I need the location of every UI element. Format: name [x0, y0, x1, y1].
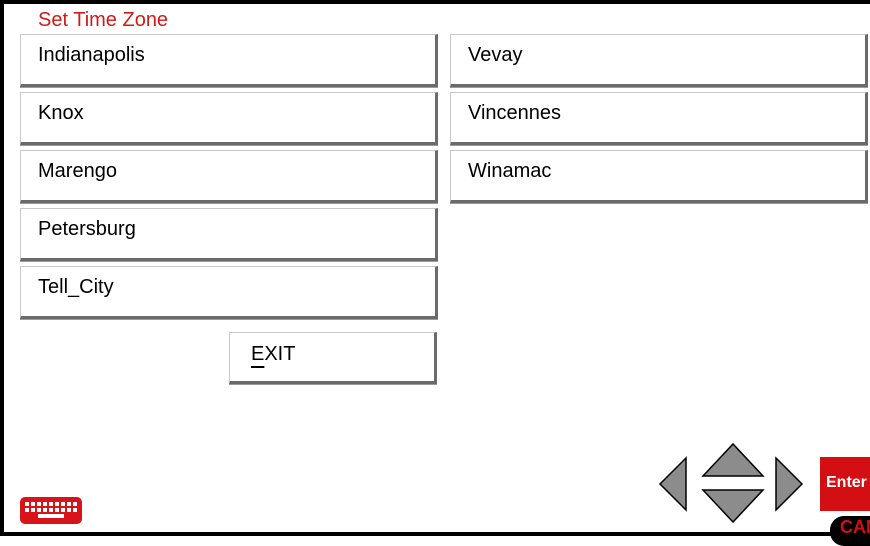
enter-button[interactable]: Enter: [820, 457, 870, 511]
zone-label: Marengo: [38, 160, 117, 182]
cancel-label: CAN: [840, 517, 870, 537]
keyboard-icon[interactable]: [20, 497, 82, 524]
zone-button-winamac[interactable]: Winamac: [450, 150, 868, 203]
arrow-down-icon[interactable]: [701, 488, 765, 524]
arrow-up-icon[interactable]: [701, 442, 765, 478]
zone-button-tell-city[interactable]: Tell_City: [20, 266, 438, 319]
cancel-button[interactable]: CAN: [830, 516, 870, 546]
zone-label: Vincennes: [468, 102, 562, 124]
zone-button-vincennes[interactable]: Vincennes: [450, 92, 868, 145]
zone-label: Vevay: [468, 44, 523, 66]
exit-button[interactable]: EXIT: [229, 332, 437, 384]
arrow-right-icon[interactable]: [774, 456, 804, 512]
zone-label: Knox: [38, 102, 84, 124]
page-title: Set Time Zone: [38, 9, 169, 31]
enter-label: Enter: [826, 474, 867, 491]
zone-label: Petersburg: [38, 218, 136, 240]
exit-label-rest: XIT: [264, 343, 296, 365]
zone-label: Tell_City: [38, 276, 114, 298]
zone-button-petersburg[interactable]: Petersburg: [20, 208, 438, 261]
exit-mnemonic: E: [251, 343, 265, 365]
arrow-left-icon[interactable]: [658, 456, 688, 512]
zone-button-indianapolis[interactable]: Indianapolis: [20, 34, 438, 87]
exit-label: EXIT: [251, 343, 295, 366]
zone-label: Winamac: [468, 160, 552, 182]
zone-button-vevay[interactable]: Vevay: [450, 34, 868, 87]
zone-label: Indianapolis: [38, 44, 145, 66]
zone-button-marengo[interactable]: Marengo: [20, 150, 438, 203]
zone-button-knox[interactable]: Knox: [20, 92, 438, 145]
